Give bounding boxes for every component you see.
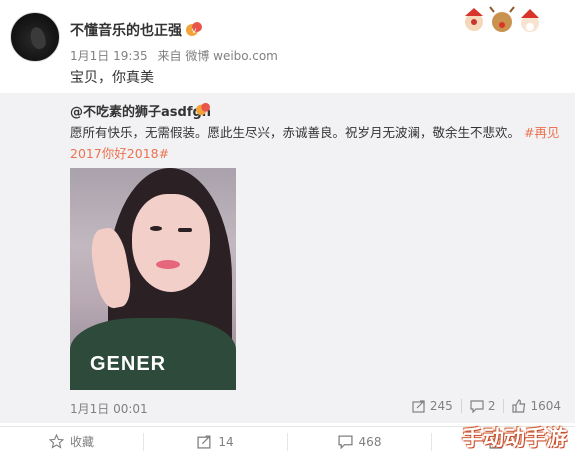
repost-text: 愿所有快乐，无需假装。愿此生尽兴，赤诚善良。祝岁月无波澜，敬余生不悲欢。 #再见…	[70, 122, 570, 164]
repost-time[interactable]: 1月1日 00:01	[70, 400, 148, 417]
share-icon	[197, 435, 211, 449]
repost-comment-button[interactable]: 2	[462, 399, 504, 413]
post-meta: 1月1日 19:35 来自 微博 weibo.com	[70, 47, 284, 64]
comment-icon	[470, 400, 484, 413]
comment-button[interactable]: 468	[288, 434, 431, 449]
repost-body: 愿所有快乐，无需假装。愿此生尽兴，赤诚善良。祝岁月无波澜，敬余生不悲欢。	[70, 125, 521, 140]
svg-text:v: v	[192, 26, 197, 35]
thumbs-up-icon	[512, 399, 526, 413]
repost-forward-count: 245	[429, 399, 453, 413]
post-source[interactable]: 来自 微博 weibo.com	[158, 49, 278, 63]
post-text: 宝贝，你真美	[70, 70, 154, 86]
star-icon	[48, 434, 64, 449]
repost-username[interactable]: @不吃素的狮子asdfgh	[70, 101, 211, 120]
repost-button[interactable]: 14	[144, 434, 287, 449]
repost-stats: 245 2 1604	[404, 399, 569, 413]
repost-like-count: 1604	[530, 399, 561, 413]
post-date[interactable]: 1月1日 19:35	[70, 49, 148, 63]
comment-icon	[337, 435, 353, 449]
photo-sweater-print: GENER	[90, 353, 167, 375]
repost-footer: 1月1日 00:01 245 2 1604	[0, 396, 575, 420]
post-header: 不懂音乐的也正强 v 1月1日 19:35 来自 微博 weibo.com 宝贝…	[0, 0, 575, 93]
favorite-button[interactable]: 收藏	[0, 433, 143, 450]
repost-like-button[interactable]: 1604	[504, 399, 569, 413]
repost-forward-button[interactable]: 245	[404, 399, 461, 413]
comment-count: 468	[358, 434, 382, 449]
repost-comment-count: 2	[487, 399, 496, 413]
repost-card[interactable]: @不吃素的狮子asdfgh 愿所有快乐，无需假装。愿此生尽兴，赤诚善良。祝岁月无…	[0, 93, 575, 423]
site-watermark: 手动动手游	[462, 426, 567, 450]
avatar[interactable]	[10, 12, 60, 62]
post-username[interactable]: 不懂音乐的也正强	[70, 20, 182, 40]
favorite-label: 收藏	[69, 435, 94, 449]
share-icon	[412, 400, 425, 413]
christmas-decoration-icon	[465, 6, 539, 32]
vip-badge-icon	[196, 102, 210, 116]
vip-badge-icon: v	[186, 22, 202, 36]
repost-photo[interactable]: GENER	[70, 168, 236, 390]
repost-count: 14	[218, 434, 234, 449]
